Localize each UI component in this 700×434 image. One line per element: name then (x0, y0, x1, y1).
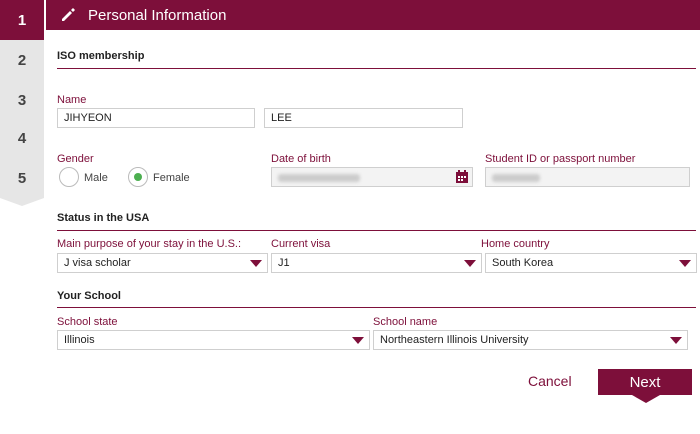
step-divider (0, 120, 44, 128)
step-divider (0, 80, 44, 88)
section-header: Personal Information (46, 0, 700, 30)
cancel-button[interactable]: Cancel (528, 373, 572, 389)
student-id-label: Student ID or passport number (485, 153, 636, 165)
section-title-status: Status in the USA (57, 212, 150, 224)
radio-male[interactable] (59, 167, 79, 187)
student-id-field[interactable] (485, 167, 690, 187)
school-name-label: School name (373, 316, 438, 328)
redacted-text (278, 174, 360, 182)
visa-value: J1 (278, 257, 290, 269)
chevron-down-icon (352, 337, 364, 344)
redacted-text (492, 174, 540, 182)
school-state-value: Illinois (64, 334, 95, 346)
school-state-label: School state (57, 316, 118, 328)
step-1[interactable]: 1 (0, 0, 44, 50)
pencil-icon (62, 8, 75, 21)
visa-select[interactable]: J1 (271, 253, 482, 273)
last-name-field[interactable]: LEE (264, 108, 463, 128)
next-button[interactable]: Next (598, 369, 692, 403)
step-number: 3 (17, 91, 27, 109)
next-button-tail (632, 395, 660, 403)
country-select[interactable]: South Korea (485, 253, 697, 273)
purpose-select[interactable]: J visa scholar (57, 253, 268, 273)
next-button-label: Next (629, 373, 661, 391)
calendar-icon[interactable] (455, 170, 469, 184)
school-name-value: Northeastern Illinois University (380, 334, 529, 346)
first-name-field[interactable]: JIHYEON (57, 108, 255, 128)
section-title-iso: ISO membership (57, 50, 145, 62)
school-state-select[interactable]: Illinois (57, 330, 370, 350)
chevron-down-icon (679, 260, 691, 267)
dob-label: Date of birth (271, 153, 331, 165)
chevron-down-icon (670, 337, 682, 344)
step-number: 4 (17, 129, 27, 147)
name-label: Name (57, 94, 87, 106)
country-label: Home country (481, 238, 550, 250)
divider (57, 230, 696, 231)
country-value: South Korea (492, 257, 554, 269)
step-divider (0, 158, 44, 166)
purpose-value: J visa scholar (64, 257, 131, 269)
chevron-down-icon (250, 260, 262, 267)
radio-male-label: Male (84, 172, 108, 184)
divider (57, 307, 696, 308)
chevron-down-icon (464, 260, 476, 267)
school-name-select[interactable]: Northeastern Illinois University (373, 330, 688, 350)
gender-label: Gender (57, 153, 94, 165)
dob-field[interactable] (271, 167, 473, 187)
visa-label: Current visa (271, 238, 331, 250)
step-rail: 1 2 3 4 5 (0, 0, 44, 206)
purpose-label: Main purpose of your stay in the U.S.: (57, 238, 242, 250)
divider (57, 68, 696, 69)
section-title-school: Your School (57, 290, 121, 302)
step-number: 5 (17, 169, 27, 187)
radio-female[interactable] (128, 167, 148, 187)
radio-female-label: Female (153, 172, 190, 184)
step-2[interactable]: 2 (0, 40, 44, 88)
step-number: 2 (17, 51, 27, 69)
page-title: Personal Information (88, 6, 227, 24)
step-number: 1 (17, 11, 27, 29)
step-divider (0, 198, 44, 206)
